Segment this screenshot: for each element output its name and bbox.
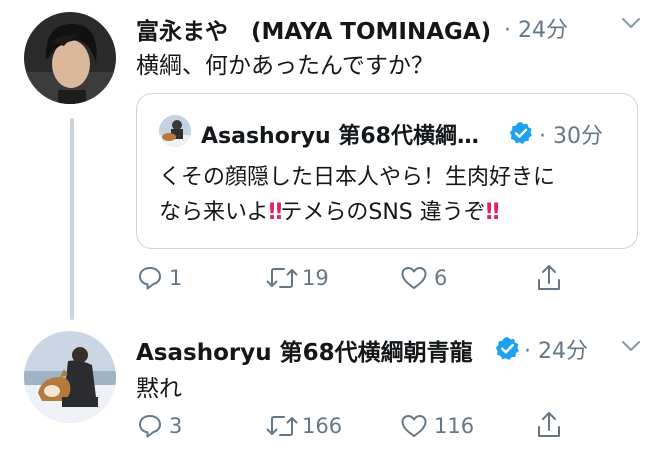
retweet-count: 166 [302,414,343,438]
reply-icon [139,415,161,438]
like-icon [401,415,427,437]
retweet-icon [266,268,298,288]
share-button[interactable] [536,263,562,293]
tweet1-text: 横綱、何かあったんですか？ [136,53,434,79]
like-button[interactable]: 116 [400,413,474,439]
quoted-tweet-card[interactable]: Asashoryu 第68代横綱… · 30分 くその顔隠した日本人やら！生肉好… [136,93,638,249]
quoted-text-line2-part2: テメらのSNS 違うぞ [280,200,486,225]
tweet1-display-name[interactable]: 富永まや (MAYA TOMINAGA) [136,12,491,46]
like-count: 116 [434,414,475,438]
like-count: 6 [434,266,448,290]
like-icon [401,267,427,289]
retweet-button[interactable]: 166 [266,413,342,439]
chevron-down-icon[interactable] [621,17,641,29]
retweet-button[interactable]: 19 [266,265,329,291]
reply-button[interactable]: 3 [137,413,182,439]
quoted-text-line2-part1: なら来いよ [159,200,269,225]
avatar-asashoryu[interactable] [24,331,116,423]
thread-connector-line [70,118,74,320]
share-icon [538,412,560,437]
reply-count: 3 [169,414,183,438]
reply-button[interactable]: 1 [137,265,182,291]
verified-badge-icon [495,337,519,360]
verified-badge-icon [509,122,532,144]
tweet2-timestamp[interactable]: · 24分 [524,333,588,365]
chevron-down-icon[interactable] [621,340,641,352]
avatar-maya[interactable] [24,12,116,104]
quoted-avatar [159,115,191,147]
share-button[interactable] [536,410,562,440]
quoted-text-line1: くその顔隠した日本人やら！生肉好きに [159,165,556,190]
tweet1-timestamp[interactable]: · 24分 [504,12,568,44]
quoted-display-name: Asashoryu 第68代横綱… [201,124,479,149]
double-exclamation-emoji: ‼ [485,200,500,225]
double-exclamation-emoji: ‼ [268,200,283,225]
reply-icon [139,267,161,290]
retweet-count: 19 [302,266,329,290]
reply-count: 1 [169,266,183,290]
quoted-timestamp: · 30分 [539,124,603,149]
quoted-text-line2: なら来いよ‼テメらのSNS 違うぞ‼ [159,196,500,230]
tweet2-text: 黙れ [136,376,182,402]
share-icon [538,265,560,290]
like-button[interactable]: 6 [400,265,447,291]
retweet-icon [266,416,298,436]
tweet2-display-name[interactable]: Asashoryu 第68代横綱朝青龍 [136,333,473,367]
